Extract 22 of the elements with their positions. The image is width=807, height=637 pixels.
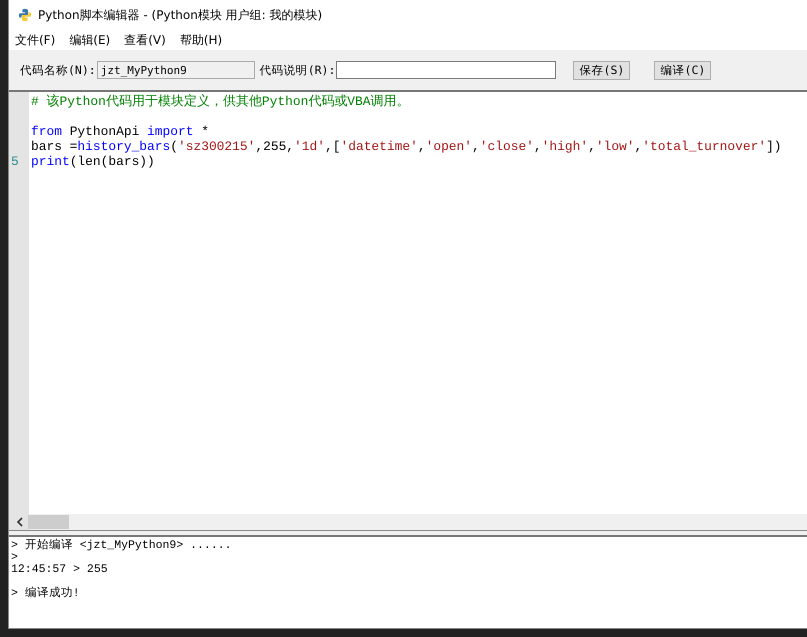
menu-item[interactable]: 编辑(E): [69, 32, 110, 48]
python-logo-icon: [18, 8, 32, 22]
scrollbar-thumb[interactable]: [28, 515, 69, 529]
toolbar-button[interactable]: 保存(S): [573, 60, 630, 80]
output-line: > 开始编译 <jzt_MyPython9> ......: [11, 539, 232, 552]
toolbar-button[interactable]: 编译(C): [654, 60, 712, 80]
code-line: print(len(bars)): [31, 154, 155, 169]
output-line: 12:45:57 > 255: [11, 563, 108, 576]
menu-item[interactable]: 文件(F): [15, 32, 56, 48]
line-number: 5: [11, 154, 19, 169]
window-title: Python脚本编辑器 - (Python模块 用户组: 我的模块): [38, 6, 322, 24]
code-line: bars =history_bars('sz300215',255,'1d',['datetime','open','close','high','low','total_turnover']): [31, 139, 782, 154]
code-line: # 该Python代码用于模块定义，供其他Python代码或VBA调用。: [31, 94, 410, 109]
menu-item[interactable]: 查看(V): [124, 32, 166, 48]
menu-item[interactable]: 帮助(H): [180, 32, 222, 48]
code-editor[interactable]: 5 # 该Python代码用于模块定义，供其他Python代码或VBA调用。 from PythonApi import * bars =history_bars('sz300215',255,'1d',['datetime','open','close','high','low','total_turnover']) print(len(bars)): [9, 92, 807, 531]
output-line: > 编译成功!: [11, 587, 80, 600]
description-field[interactable]: [336, 61, 556, 79]
field-label: 代码说明(R):: [260, 62, 336, 78]
field-label: 代码名称(N):: [20, 62, 96, 78]
output-line: >: [11, 551, 18, 564]
code-line: from PythonApi import *: [31, 124, 209, 139]
